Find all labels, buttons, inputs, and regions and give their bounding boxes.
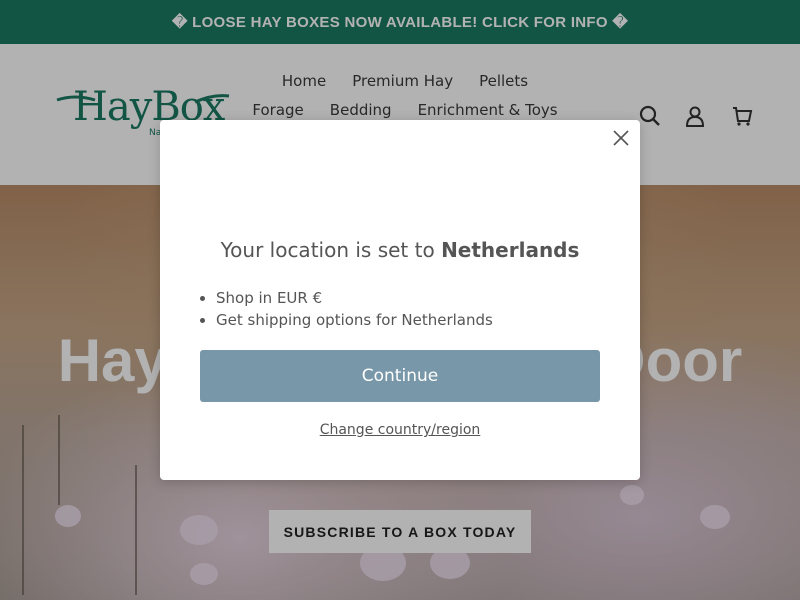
modal-info-list: Shop in EUR € Get shipping options for N…	[198, 287, 493, 331]
location-modal: Your location is set to Netherlands Shop…	[160, 120, 640, 480]
modal-country: Netherlands	[441, 238, 580, 262]
continue-button[interactable]: Continue	[200, 350, 600, 402]
modal-info-currency: Shop in EUR €	[216, 287, 493, 309]
close-icon[interactable]	[611, 128, 631, 148]
modal-title: Your location is set to Netherlands	[160, 238, 640, 262]
modal-info-shipping: Get shipping options for Netherlands	[216, 309, 493, 331]
change-country-link[interactable]: Change country/region	[160, 422, 640, 438]
modal-title-prefix: Your location is set to	[220, 238, 442, 262]
